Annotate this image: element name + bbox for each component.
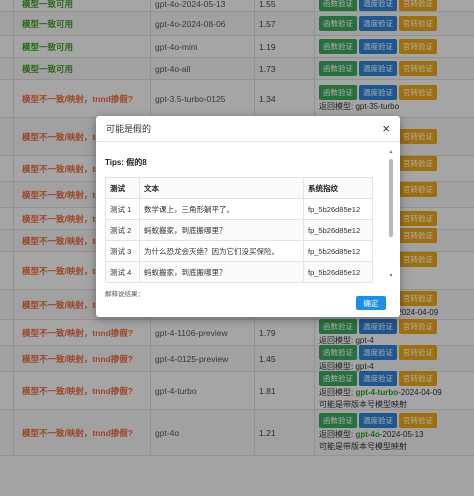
fingerprint-row: 测试 2 蚂蚁搬家，到底搬哪里？ fp_5b26d85e12 xyxy=(105,219,373,241)
header-fingerprint: 系统指纹 xyxy=(303,177,373,199)
dialog-footnote: 解释说结果： xyxy=(105,291,144,298)
cell-test: 测试 3 xyxy=(105,240,140,262)
header-text: 文本 xyxy=(139,177,304,199)
close-icon[interactable]: × xyxy=(382,122,390,135)
dialog-body[interactable]: Tips: 假的8 测试 文本 系统指纹 测试 1 数学课上，三角形躺平了。 fp_… xyxy=(96,143,400,283)
cell-text: 蚂蚁搬家，到底搬哪里？ xyxy=(139,219,304,241)
cell-fingerprint: fp_5b26d85e12 xyxy=(303,240,373,262)
cell-test: 测试 4 xyxy=(105,261,140,283)
dialog-header: 可能是假的 × xyxy=(96,116,400,142)
cell-fingerprint: fp_5b26d85e12 xyxy=(303,261,373,283)
fingerprint-row: 测试 3 为什么恐龙会灭绝？因为它们没买保险。 fp_5b26d85e12 xyxy=(105,240,373,262)
cell-text: 数学课上，三角形躺平了。 xyxy=(139,198,304,220)
cell-test: 测试 1 xyxy=(105,198,140,220)
fingerprint-row: 测试 4 蚂蚁搬家，到底搬哪里？ fp_5b26d85e12 xyxy=(105,261,373,283)
scrollbar-thumb[interactable] xyxy=(389,159,393,237)
cell-text: 为什么恐龙会灭绝？因为它们没买保险。 xyxy=(139,240,304,262)
scroll-down-icon[interactable]: ▼ xyxy=(388,273,394,279)
cell-text: 蚂蚁搬家，到底搬哪里？ xyxy=(139,261,304,283)
tips-value: 假的8 xyxy=(126,158,147,167)
cell-test: 测试 2 xyxy=(105,219,140,241)
cell-fingerprint: fp_5b26d85e12 xyxy=(303,219,373,241)
fingerprint-table-header: 测试 文本 系统指纹 xyxy=(105,177,373,199)
cell-fingerprint: fp_5b26d85e12 xyxy=(303,198,373,220)
scroll-up-icon[interactable]: ▲ xyxy=(388,149,394,155)
fingerprint-table: 测试 文本 系统指纹 测试 1 数学课上，三角形躺平了。 fp_5b26d85e12… xyxy=(105,177,373,283)
result-dialog: 可能是假的 × Tips: 假的8 测试 文本 系统指纹 测试 1 数学课上，三角… xyxy=(96,116,400,317)
fingerprint-row: 测试 1 数学课上，三角形躺平了。 fp_5b26d85e12 xyxy=(105,198,373,220)
dialog-scrollbar[interactable]: ▲ ▼ xyxy=(388,149,394,279)
confirm-button[interactable]: 确定 xyxy=(356,296,386,310)
header-test: 测试 xyxy=(105,177,140,199)
dialog-title: 可能是假的 xyxy=(106,124,152,134)
tips-line: Tips: 假的8 xyxy=(105,157,147,168)
tips-label: Tips: xyxy=(105,158,124,167)
